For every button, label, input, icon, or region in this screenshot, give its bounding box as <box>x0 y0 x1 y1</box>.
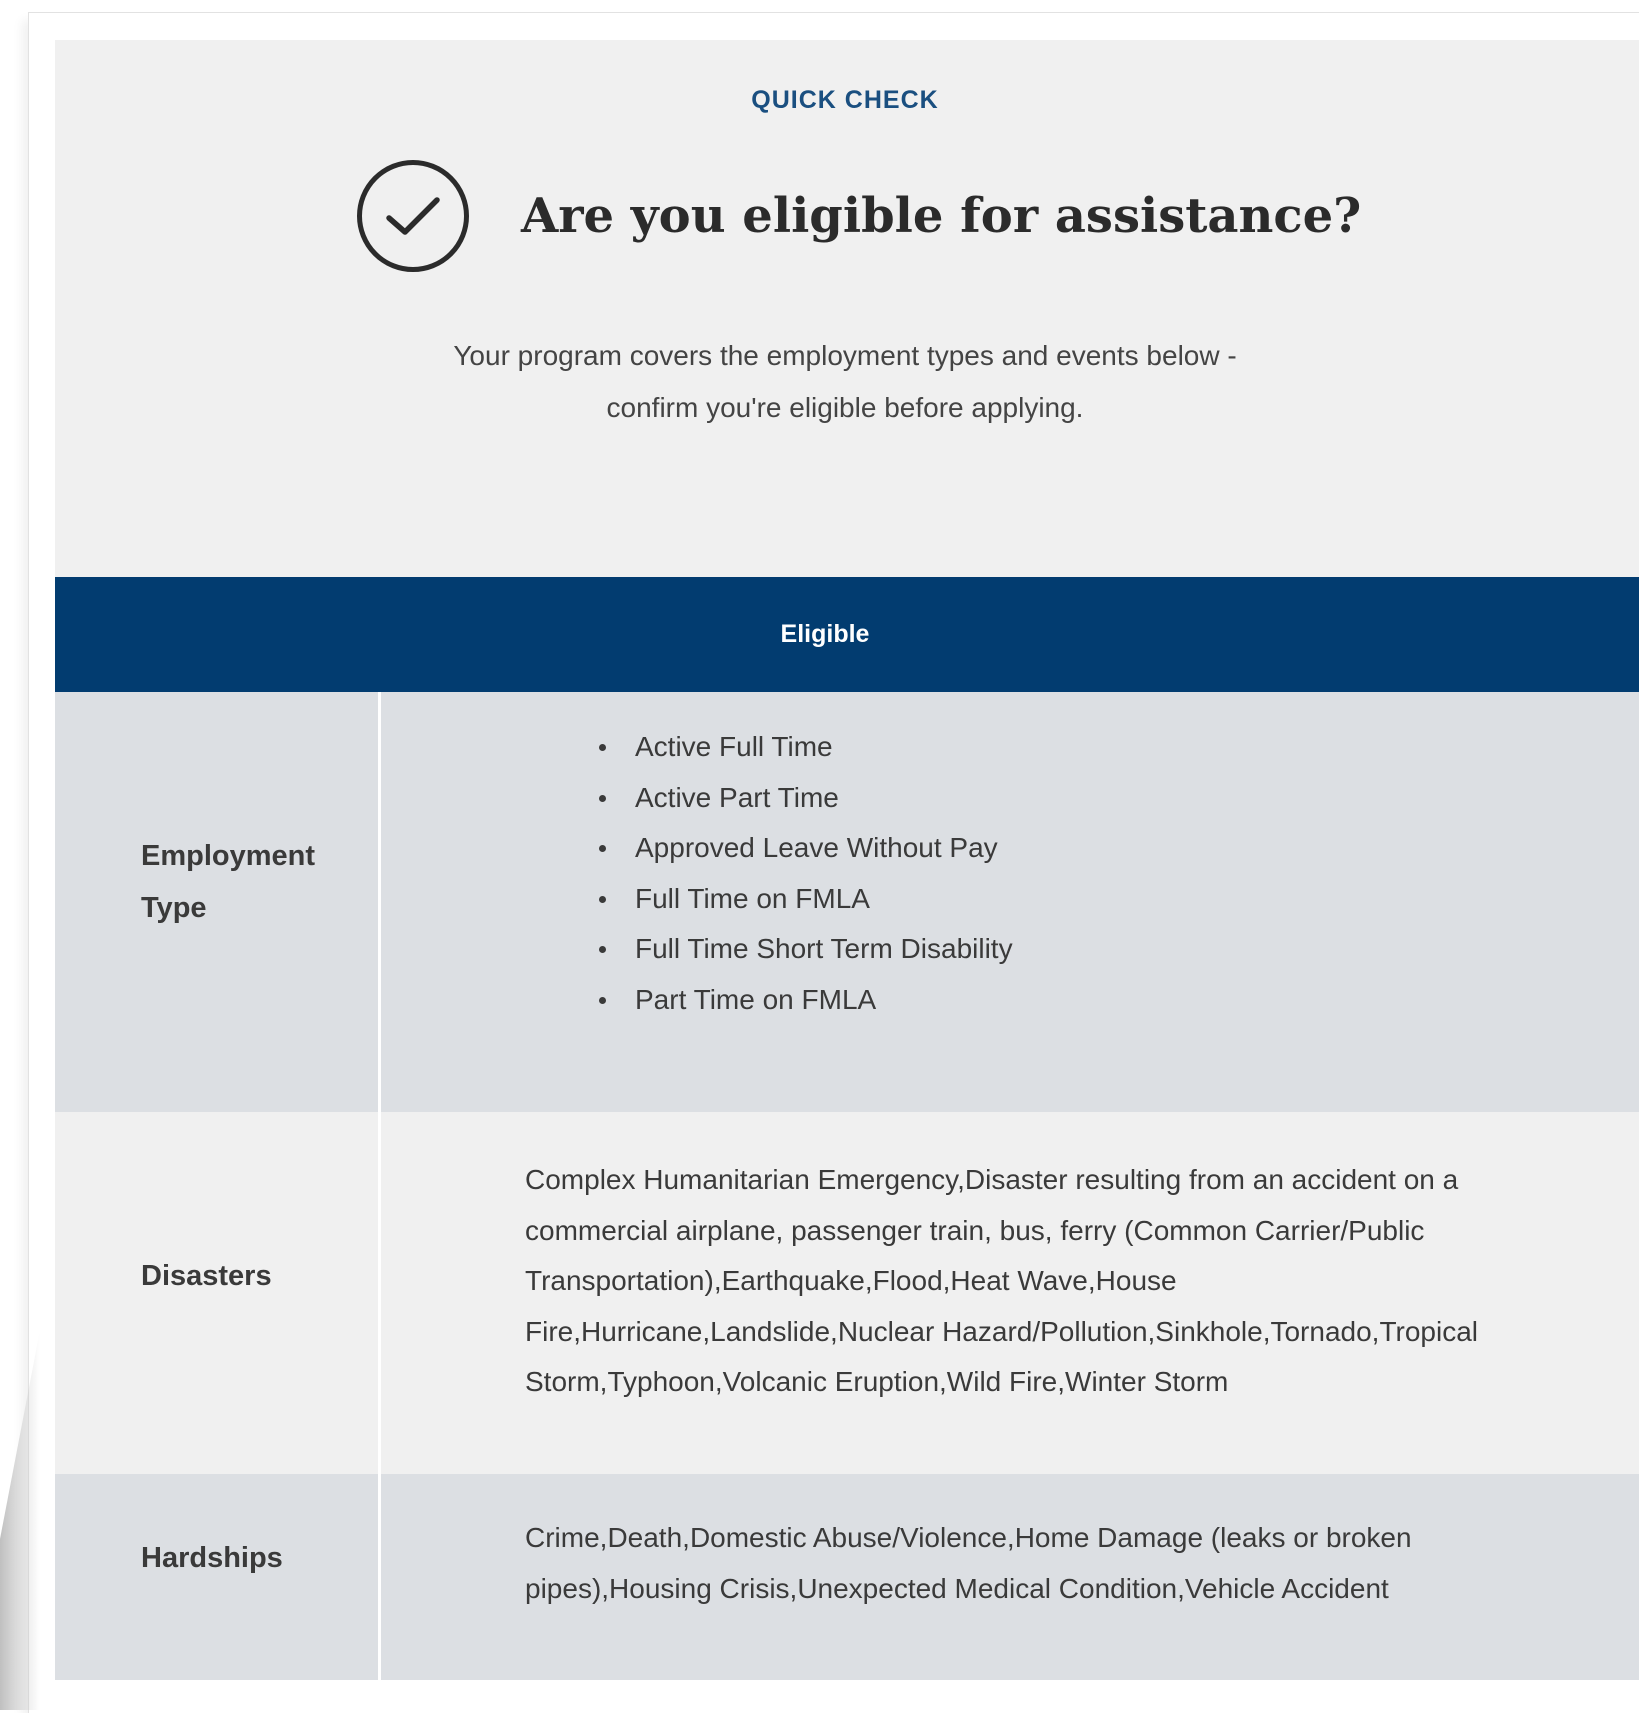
list-item: Full Time on FMLA <box>595 874 1013 925</box>
text-line: Crime,Death,Domestic Abuse/Violence,Home… <box>525 1522 1412 1553</box>
list-item: Active Full Time <box>595 722 1013 773</box>
text-line: Complex Humanitarian Emergency,Disaster … <box>525 1164 1459 1195</box>
text-line: Fire,Hurricane,Landslide,Nuclear Hazard/… <box>525 1315 1478 1347</box>
list-item: Full Time Short Term Disability <box>595 924 1013 975</box>
text-line: Storm,Typhoon,Volcanic Eruption,Wild Fir… <box>525 1366 1229 1397</box>
check-circle-icon <box>357 160 469 272</box>
eligible-table-header: Eligible <box>55 577 1639 692</box>
quick-check-eyebrow: QUICK CHECK <box>751 86 939 114</box>
row-label-disasters: Disasters <box>141 1260 272 1292</box>
page-title: Are you eligible for assistance? <box>521 188 1362 244</box>
table-row-employment-type: Employment Type Active Full Time Active … <box>55 692 1639 1112</box>
list-item: Active Part Time <box>595 773 1013 824</box>
eligibility-heading: Are you eligible for assistance? <box>357 154 1361 278</box>
text-line: Transportation),Earthquake,Flood,Heat Wa… <box>525 1265 1177 1296</box>
employment-type-list: Active Full Time Active Part Time Approv… <box>595 722 1013 1025</box>
disasters-text: Complex Humanitarian Emergency,Disaster … <box>525 1155 1625 1408</box>
list-item: Approved Leave Without Pay <box>595 823 1013 874</box>
checkmark-icon <box>386 197 440 235</box>
intro-line: Your program covers the employment types… <box>453 340 1237 371</box>
table-row-disasters: Disasters Complex Humanitarian Emergency… <box>55 1112 1639 1474</box>
row-label-line: Employment <box>141 840 316 872</box>
hardships-text: Crime,Death,Domestic Abuse/Violence,Home… <box>525 1513 1625 1614</box>
quick-check-card: QUICK CHECK Are you eligible for assista… <box>55 40 1639 1680</box>
text-line: commercial airplane, passenger train, bu… <box>525 1214 1425 1246</box>
page-shadow <box>0 1330 40 1710</box>
row-label-line: Type <box>141 892 207 924</box>
intro-line: confirm you're eligible before applying. <box>606 392 1084 423</box>
list-item: Part Time on FMLA <box>595 975 1013 1026</box>
eligible-header-label: Eligible <box>780 620 870 648</box>
text-line: pipes),Housing Crisis,Unexpected Medical… <box>525 1572 1389 1604</box>
column-divider <box>378 692 381 1680</box>
intro-text: Your program covers the employment types… <box>55 330 1635 434</box>
row-label-employment-type: Employment Type <box>141 830 315 934</box>
table-row-hardships: Hardships Crime,Death,Domestic Abuse/Vio… <box>55 1474 1639 1680</box>
row-label-hardships: Hardships <box>141 1542 283 1574</box>
